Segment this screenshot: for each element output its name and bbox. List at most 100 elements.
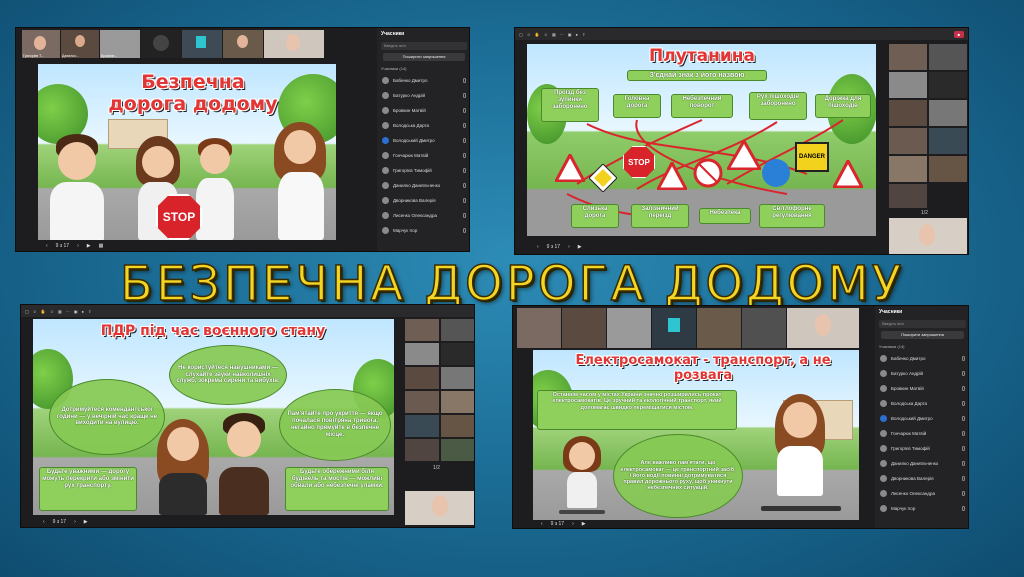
search-input[interactable]: Введіть ім'я <box>879 320 966 328</box>
play-icon[interactable]: ▶ <box>84 519 88 525</box>
video-tile[interactable] <box>441 391 474 413</box>
video-thumbnail[interactable]: Данилко... <box>61 30 99 58</box>
video-tile[interactable] <box>889 100 927 126</box>
video-thumbnail[interactable]: Бровкин... <box>100 30 140 58</box>
video-tile[interactable] <box>929 100 967 126</box>
video-thumbnail[interactable] <box>517 308 561 348</box>
video-tile[interactable] <box>441 415 474 437</box>
video-tile[interactable] <box>889 156 927 182</box>
video-tile[interactable] <box>929 44 967 70</box>
participant-row[interactable]: Бабенко Дмитро <box>875 351 968 366</box>
prev-slide-icon[interactable]: ‹ <box>537 244 539 250</box>
video-thumbnail[interactable] <box>607 308 651 348</box>
video-tile[interactable] <box>441 343 474 365</box>
participant-row[interactable]: Марчук Ігор <box>875 501 968 516</box>
share-invite-button[interactable]: Поширити запрошення <box>383 53 465 61</box>
participant-row[interactable]: Володський Дмитро <box>377 133 469 148</box>
people-icon[interactable]: ☺ <box>527 32 531 37</box>
video-thumbnail[interactable]: Григорієв Т... <box>22 30 60 58</box>
slide-navigation[interactable]: ‹ 9 з 17 › ▶ ▦ <box>38 241 338 251</box>
participant-row[interactable]: Бровкин Матвій <box>377 103 469 118</box>
react-icon[interactable]: ☺ <box>50 309 54 314</box>
video-tile[interactable] <box>889 128 927 154</box>
video-tile[interactable] <box>405 367 439 389</box>
play-icon[interactable]: ▶ <box>578 244 582 250</box>
participant-row[interactable]: Батурко Андрій <box>377 88 469 103</box>
participant-row[interactable]: Лисенко Олександра <box>875 486 968 501</box>
video-thumbnail[interactable] <box>787 308 859 348</box>
participant-row[interactable]: Володський Дмитро <box>875 411 968 426</box>
video-thumbnail[interactable] <box>223 30 263 58</box>
video-tile[interactable] <box>405 415 439 437</box>
share-icon[interactable]: ⇪ <box>582 32 585 37</box>
video-tile[interactable] <box>405 343 439 365</box>
video-tile[interactable] <box>405 491 474 525</box>
chat-icon[interactable]: ▢ <box>25 309 29 314</box>
video-thumbnail[interactable] <box>562 308 606 348</box>
play-icon[interactable]: ▶ <box>87 243 91 249</box>
next-slide-icon[interactable]: › <box>74 519 76 525</box>
next-slide-icon[interactable]: › <box>77 243 79 249</box>
camera-icon[interactable]: ▣ <box>568 32 572 37</box>
participant-row[interactable]: Гончарюк Матвій <box>875 426 968 441</box>
slide-navigation[interactable]: ‹ 9 з 17 › ▶ <box>35 517 375 527</box>
video-tile[interactable] <box>889 72 927 98</box>
participant-row[interactable]: Дворникова Валерія <box>875 471 968 486</box>
share-icon[interactable]: ⇪ <box>88 309 91 314</box>
video-thumbnail[interactable] <box>652 308 696 348</box>
share-invite-button[interactable]: Поширити запрошення <box>881 331 964 339</box>
participant-row[interactable]: Володська Дарта <box>377 118 469 133</box>
grid-icon[interactable]: ▦ <box>99 243 104 249</box>
participant-row[interactable]: Григорїєв Тимофій <box>377 163 469 178</box>
search-input[interactable]: Введіть ім'я <box>381 42 467 50</box>
mic-toolbar-icon[interactable]: ● <box>576 32 578 37</box>
participants-section-label[interactable]: Учасники (14) <box>875 342 968 351</box>
more-icon[interactable]: ⋯ <box>66 309 70 314</box>
video-tile[interactable] <box>405 391 439 413</box>
next-slide-icon[interactable]: › <box>568 244 570 250</box>
video-thumbnail[interactable] <box>264 30 324 58</box>
video-tile[interactable] <box>929 128 967 154</box>
video-tile[interactable] <box>441 367 474 389</box>
prev-slide-icon[interactable]: ‹ <box>43 519 45 525</box>
raise-hand-icon[interactable]: ✋ <box>535 32 540 37</box>
more-icon[interactable]: ⋯ <box>560 32 564 37</box>
prev-slide-icon[interactable]: ‹ <box>46 243 48 249</box>
view-icon[interactable]: ▦ <box>58 309 62 314</box>
participant-row[interactable]: Бабенко Дмитро <box>377 73 469 88</box>
video-thumbnail[interactable] <box>742 308 786 348</box>
video-tile[interactable] <box>441 319 474 341</box>
video-tile[interactable] <box>929 156 967 182</box>
react-icon[interactable]: ☺ <box>544 32 548 37</box>
participant-row[interactable]: Гончарюк Матвій <box>377 148 469 163</box>
participant-row[interactable]: Батурко Андрій <box>875 366 968 381</box>
participant-row[interactable]: Данилко Даниїльченко <box>875 456 968 471</box>
video-thumbnail[interactable] <box>182 30 222 58</box>
participants-section-label[interactable]: Учасники (14) <box>377 64 469 73</box>
slide-navigation[interactable]: ‹ 9 з 17 › ▶ <box>529 242 869 252</box>
camera-icon[interactable]: ▣ <box>74 309 78 314</box>
mic-toolbar-icon[interactable]: ● <box>82 309 84 314</box>
video-tile[interactable] <box>889 44 927 70</box>
video-tile[interactable] <box>405 439 439 461</box>
participant-row[interactable]: Володська Дарта <box>875 396 968 411</box>
video-tile[interactable] <box>929 72 967 98</box>
video-thumbnail[interactable] <box>697 308 741 348</box>
video-tile[interactable] <box>405 319 439 341</box>
chat-icon[interactable]: ▢ <box>519 32 523 37</box>
participant-row[interactable]: Марчук Ігор <box>377 223 469 238</box>
video-tile[interactable] <box>441 439 474 461</box>
play-icon[interactable]: ▶ <box>582 521 586 527</box>
participant-row[interactable]: Лисенко Олександра <box>377 208 469 223</box>
next-slide-icon[interactable]: › <box>572 521 574 527</box>
video-tile[interactable] <box>889 218 967 254</box>
leave-button[interactable]: ■ <box>953 30 964 38</box>
video-tile[interactable] <box>889 184 927 208</box>
view-icon[interactable]: ▦ <box>552 32 556 37</box>
people-icon[interactable]: ☺ <box>33 309 37 314</box>
slide-navigation[interactable]: ‹ 9 з 17 › ▶ <box>533 519 853 528</box>
prev-slide-icon[interactable]: ‹ <box>541 521 543 527</box>
participant-row[interactable]: Бровкин Матвій <box>875 381 968 396</box>
video-thumbnail[interactable] <box>141 30 181 58</box>
raise-hand-icon[interactable]: ✋ <box>41 309 46 314</box>
